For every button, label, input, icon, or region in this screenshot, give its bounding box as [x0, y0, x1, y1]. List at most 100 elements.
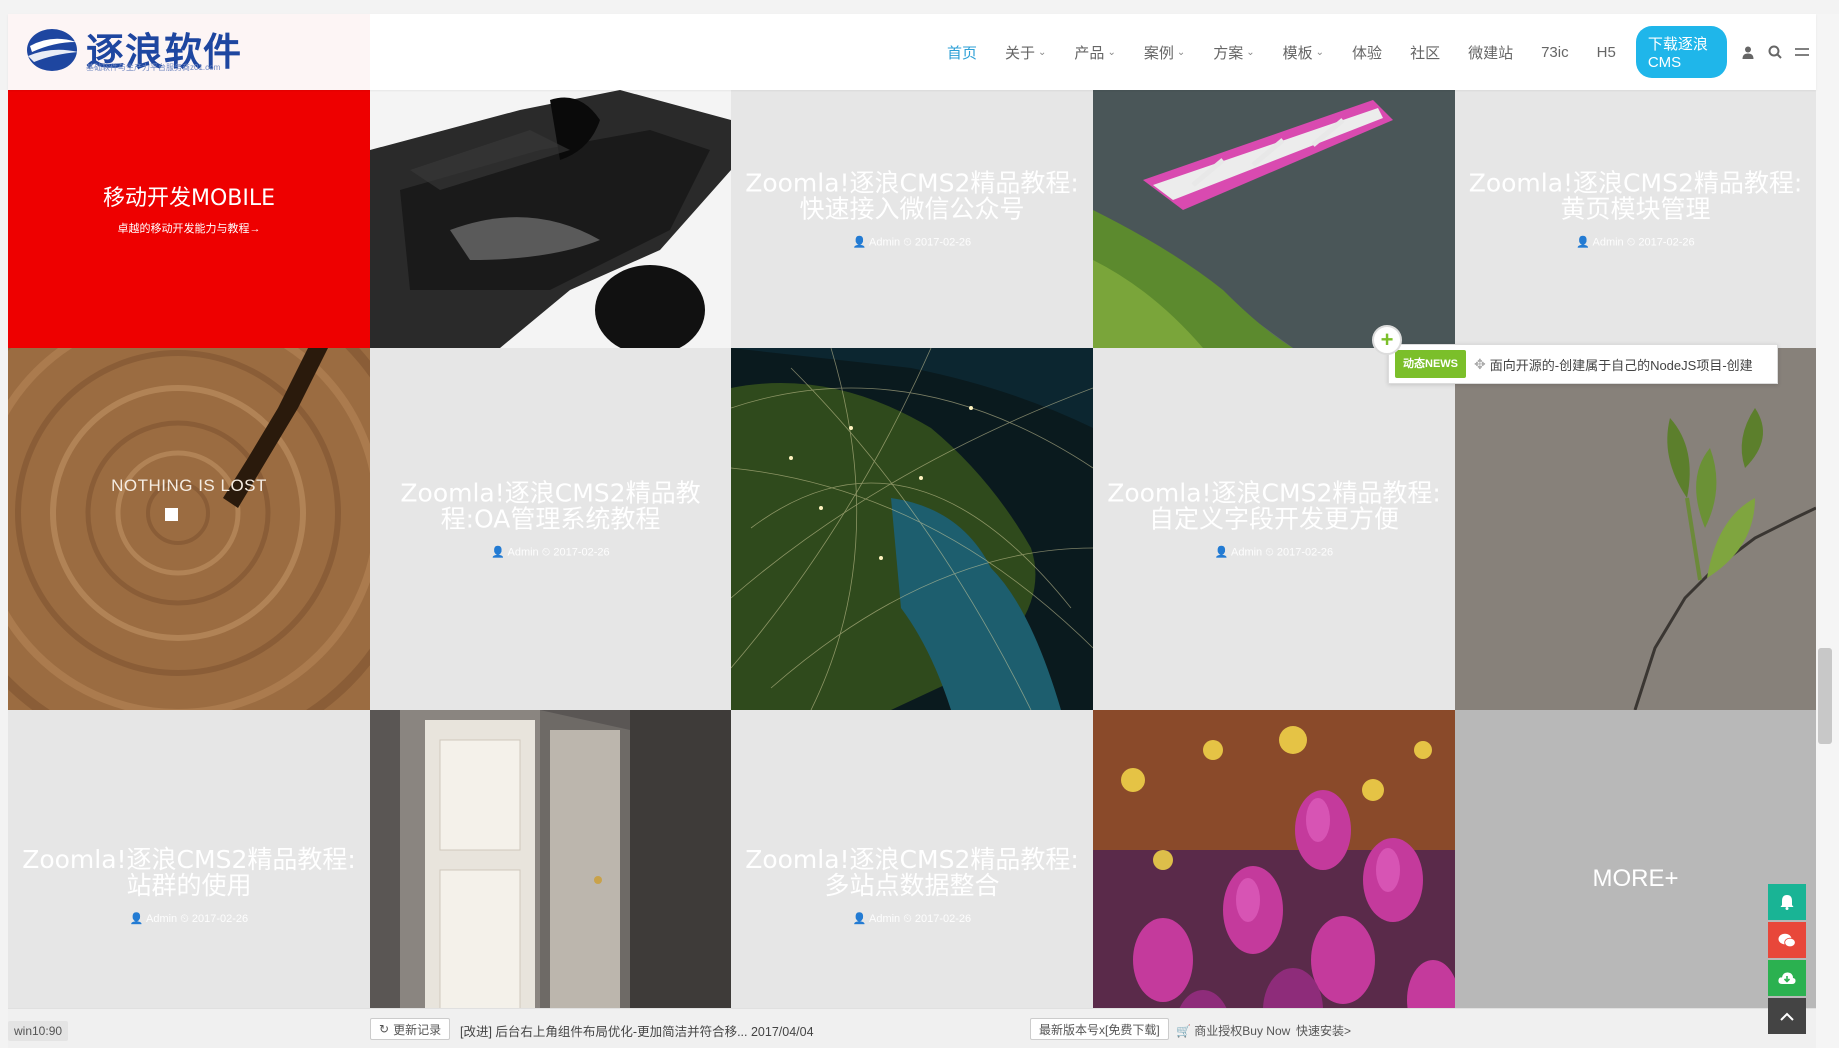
- tile-title: Zoomla!逐浪CMS2精品教程:自定义字段开发更方便: [1107, 478, 1441, 534]
- nav-products[interactable]: 产品 ⌄: [1060, 42, 1129, 63]
- tile-image-door[interactable]: [370, 710, 731, 1048]
- boat-image: [1093, 90, 1455, 348]
- expand-plus-icon[interactable]: +: [1372, 325, 1402, 355]
- chevron-down-icon: ⌄: [1315, 46, 1325, 58]
- chevron-down-icon: ⌄: [1246, 46, 1255, 58]
- quick-install-link[interactable]: 快速安装>: [1296, 1022, 1351, 1039]
- logo-icon: [27, 29, 78, 71]
- tile-title: Zoomla!逐浪CMS2精品教程:OA管理系统教程: [400, 478, 701, 534]
- move-icon: ✥: [1474, 355, 1486, 372]
- tile-title: Zoomla!逐浪CMS2精品教程:黄页模块管理: [1468, 168, 1803, 224]
- tile-title: Zoomla!逐浪CMS2精品教程:站群的使用: [22, 845, 356, 901]
- tile-meta: 👤 Admin ⏲ 2017-02-26: [852, 235, 972, 248]
- tile-article[interactable]: Zoomla!逐浪CMS2精品教程:黄页模块管理 👤 Admin ⏲ 2017-…: [1455, 90, 1816, 348]
- nav-label: 方案: [1213, 44, 1244, 62]
- refresh-icon: ↻: [379, 1022, 390, 1036]
- tile-image-sprout[interactable]: [1455, 348, 1816, 710]
- news-headline[interactable]: 面向开源的-创建属于自己的NodeJS项目-创建: [1490, 355, 1753, 374]
- tile-article[interactable]: Zoomla!逐浪CMS2精品教程:多站点数据整合 👤 Admin ⏲ 2017…: [731, 710, 1093, 1048]
- chevron-down-icon: ⌄: [1038, 46, 1047, 58]
- nav-label: 案例: [1143, 44, 1174, 62]
- changelog-text[interactable]: [改进] 后台右上角组件布局优化-更加简洁并符合移... 2017/04/04: [460, 1021, 814, 1040]
- scrollbar-thumb[interactable]: [1818, 648, 1832, 744]
- wechat-button[interactable]: [1768, 922, 1806, 958]
- nav-microsite[interactable]: 微建站: [1454, 42, 1527, 63]
- tile-image-fabric[interactable]: [370, 90, 731, 348]
- nav-label: 关于: [1005, 44, 1036, 62]
- nav-about[interactable]: 关于 ⌄: [991, 42, 1060, 63]
- nav-label: 73ic: [1541, 43, 1569, 61]
- tile-image-wood[interactable]: NOTHING IS LOST: [8, 348, 370, 710]
- nav-solutions[interactable]: 方案 ⌄: [1199, 42, 1268, 63]
- tile-caption: NOTHING IS LOST: [111, 476, 267, 495]
- cart-icon: 🛒: [1176, 1024, 1191, 1038]
- menu-icon[interactable]: [1789, 37, 1816, 67]
- version-download-button[interactable]: 最新版本号x[免费下载]: [1030, 1018, 1169, 1040]
- page: 逐浪软件 基础软件与生产力平台服务商z01.com 首页 关于 ⌄ 产品 ⌄ 案例 ⌄…: [0, 0, 1839, 1048]
- nav-h5[interactable]: H5: [1583, 44, 1630, 61]
- changelog-label: 更新记录: [393, 1022, 442, 1037]
- user-icon[interactable]: [1735, 37, 1762, 67]
- tile-title: 移动开发MOBILE: [102, 185, 276, 211]
- tile-meta: 👤 Admin ⏲ 2017-02-26: [129, 912, 249, 925]
- page-scrollbar[interactable]: [1816, 14, 1839, 1048]
- wechat-icon: [1778, 933, 1796, 947]
- tile-image-boat[interactable]: [1093, 90, 1455, 348]
- nav-home[interactable]: 首页: [933, 42, 991, 63]
- chevron-up-icon: [1780, 1012, 1794, 1021]
- tile-meta: 👤 Admin ⏲ 2017-02-26: [1576, 235, 1695, 248]
- tile-article[interactable]: Zoomla!逐浪CMS2精品教程:自定义字段开发更方便 👤 Admin ⏲ 2…: [1093, 348, 1455, 710]
- chevron-down-icon: ⌄: [1107, 46, 1116, 58]
- tile-title: Zoomla!逐浪CMS2精品教程:多站点数据整合: [745, 845, 1079, 901]
- more-link: MORE+: [1592, 865, 1679, 892]
- nav-73ic[interactable]: 73ic: [1527, 44, 1583, 61]
- tree-rings-image: [8, 348, 370, 710]
- tile-meta: 👤 Admin ⏲ 2017-02-26: [1214, 545, 1334, 558]
- bottom-status-bar: win10:90 ↻ 更新记录 [改进] 后台右上角组件布局优化-更加简洁并符合…: [8, 1008, 1816, 1048]
- fabric-figure-image: [370, 90, 731, 348]
- top-navbar: 逐浪软件 基础软件与生产力平台服务商z01.com 首页 关于 ⌄ 产品 ⌄ 案例 ⌄…: [8, 14, 1816, 90]
- cloud-download-icon: [1778, 972, 1796, 984]
- nav-experience[interactable]: 体验: [1338, 42, 1396, 63]
- changelog-button[interactable]: ↻ 更新记录: [370, 1018, 451, 1040]
- nav-label: 模板: [1282, 44, 1313, 62]
- buy-license-link[interactable]: 🛒 商业授权Buy Now: [1176, 1022, 1290, 1039]
- search-icon[interactable]: [1762, 37, 1789, 67]
- nav-community[interactable]: 社区: [1396, 42, 1454, 63]
- nav-templates[interactable]: 模板 ⌄: [1269, 42, 1338, 63]
- tile-article[interactable]: Zoomla!逐浪CMS2精品教程:快速接入微信公众号 👤 Admin ⏲ 20…: [731, 90, 1093, 348]
- nav-label: 体验: [1352, 44, 1383, 62]
- logo-subtitle: 基础软件与生产力平台服务商z01.com: [86, 63, 221, 72]
- news-badge: 动态NEWS: [1395, 350, 1466, 378]
- tile-meta: 👤 Admin ⏲ 2017-02-26: [852, 912, 972, 925]
- globe-network-image: [731, 348, 1093, 710]
- chevron-down-icon: ⌄: [1176, 46, 1186, 58]
- nav-label: 社区: [1410, 44, 1441, 62]
- tile-mobile-dev[interactable]: 移动开发MOBILE 卓越的移动开发能力与教程→: [8, 90, 370, 348]
- door-image: [370, 710, 731, 1048]
- tile-article[interactable]: Zoomla!逐浪CMS2精品教程:OA管理系统教程 👤 Admin ⏲ 201…: [370, 348, 731, 710]
- tile-article[interactable]: Zoomla!逐浪CMS2精品教程:站群的使用 👤 Admin ⏲ 2017-0…: [8, 710, 370, 1048]
- notification-bell-button[interactable]: [1768, 884, 1806, 920]
- tile-image-globe[interactable]: [731, 348, 1093, 710]
- back-to-top-button[interactable]: [1768, 998, 1806, 1034]
- buy-label: 商业授权Buy Now: [1194, 1024, 1291, 1038]
- nav-label: H5: [1596, 43, 1616, 61]
- bell-icon: [1780, 895, 1794, 910]
- sprout-image: [1455, 348, 1816, 710]
- logo[interactable]: 逐浪软件 基础软件与生产力平台服务商z01.com: [8, 14, 370, 90]
- cloud-download-button[interactable]: [1768, 960, 1806, 996]
- tulips-image: [1093, 710, 1455, 1048]
- tile-title: Zoomla!逐浪CMS2精品教程:快速接入微信公众号: [745, 168, 1079, 224]
- nav-label: 产品: [1074, 44, 1105, 62]
- tile-subtitle: 卓越的移动开发能力与教程→: [117, 222, 261, 235]
- nav-cases[interactable]: 案例 ⌄: [1130, 42, 1199, 63]
- nav-label: 微建站: [1468, 44, 1514, 62]
- tile-more[interactable]: MORE+: [1455, 710, 1816, 1048]
- tile-image-tulips[interactable]: [1093, 710, 1455, 1048]
- resolution-label: win10:90: [8, 1021, 69, 1041]
- nav-label: 首页: [947, 44, 978, 62]
- download-cms-button[interactable]: 下载逐浪CMS: [1635, 26, 1727, 78]
- tile-meta: 👤 Admin ⏲ 2017-02-26: [491, 545, 610, 558]
- news-ticker[interactable]: 动态NEWS ✥ 面向开源的-创建属于自己的NodeJS项目-创建: [1388, 344, 1778, 384]
